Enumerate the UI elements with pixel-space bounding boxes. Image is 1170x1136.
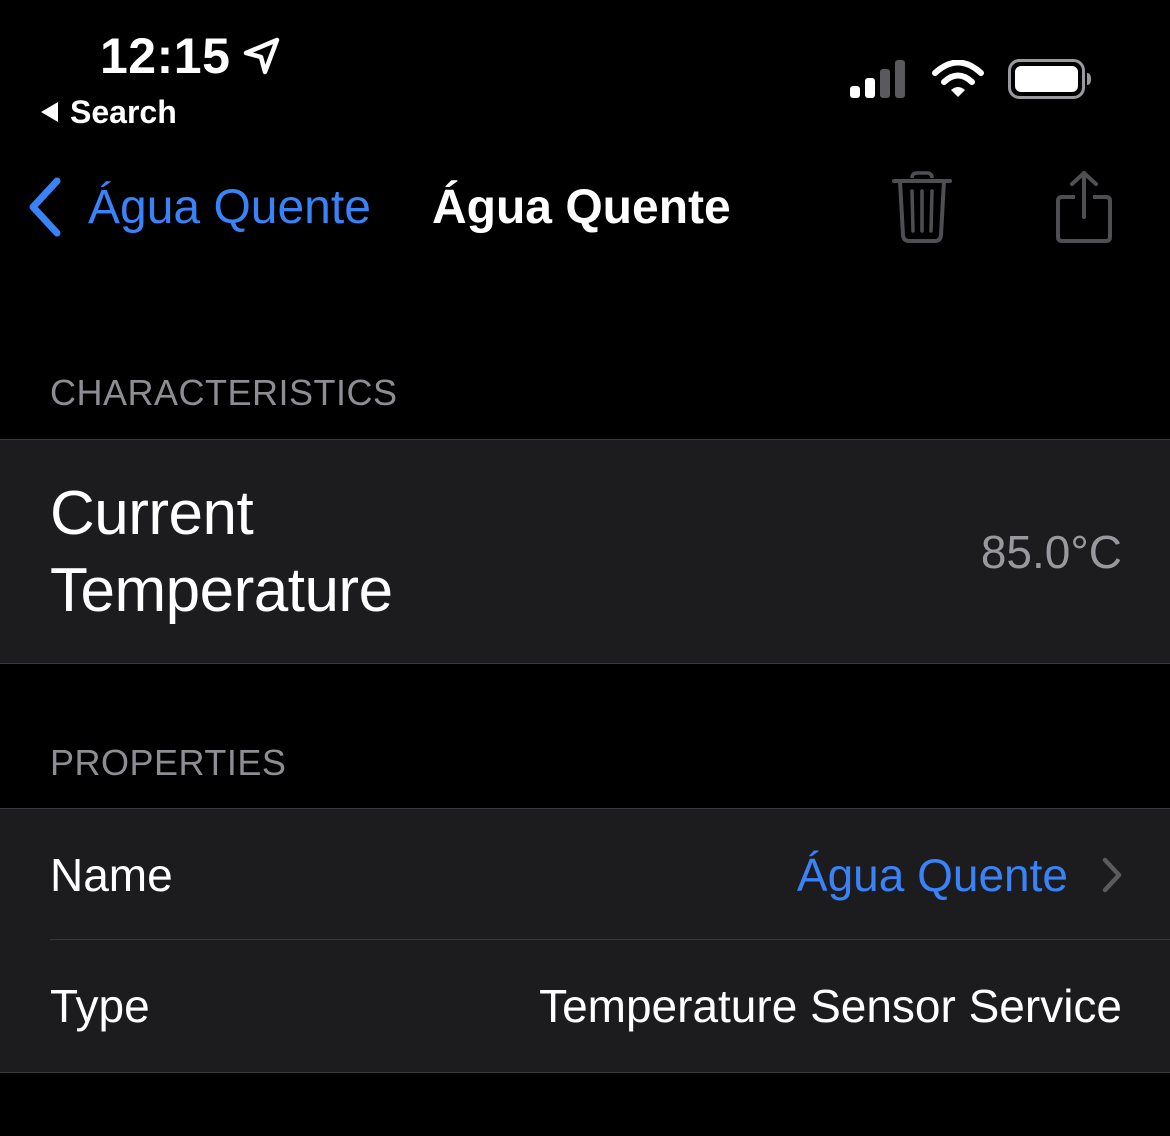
- property-row-name[interactable]: Name Água Quente: [0, 809, 1170, 940]
- wifi-icon: [932, 60, 984, 98]
- nav-back-label: Água Quente: [88, 180, 371, 234]
- status-time: 12:15: [100, 26, 282, 86]
- current-temperature-label-line2: Temperature: [50, 555, 393, 625]
- property-row-type: Type Temperature Sensor Service: [0, 940, 1170, 1072]
- back-to-search-label: Search: [70, 93, 177, 130]
- status-time-text: 12:15: [100, 28, 231, 84]
- location-arrow-icon: [242, 36, 282, 76]
- battery-icon: [1008, 59, 1092, 99]
- nav-back-button[interactable]: Água Quente: [26, 172, 371, 242]
- current-temperature-row[interactable]: Current Temperature 85.0°C: [0, 440, 1170, 663]
- share-button[interactable]: [1044, 165, 1124, 249]
- characteristics-header: CHARACTERISTICS: [50, 372, 398, 413]
- chevron-left-icon: [26, 177, 64, 237]
- property-type-label: Type: [50, 980, 150, 1032]
- cellular-signal-icon: [850, 60, 908, 98]
- property-name-label: Name: [50, 848, 173, 901]
- current-temperature-value: 85.0°C: [980, 525, 1122, 578]
- current-temperature-label-line1: Current: [50, 478, 254, 548]
- trash-icon: [890, 169, 954, 245]
- property-type-value: Temperature Sensor Service: [539, 980, 1122, 1032]
- characteristics-group: Current Temperature 85.0°C: [0, 439, 1170, 664]
- properties-header: PROPERTIES: [50, 742, 287, 783]
- property-name-value: Água Quente: [796, 848, 1068, 901]
- back-to-search-button[interactable]: Search: [38, 92, 177, 132]
- status-indicators: [850, 55, 1092, 103]
- share-icon: [1054, 169, 1114, 245]
- property-name-value-wrap: Água Quente: [797, 848, 1122, 902]
- back-triangle-icon: [38, 100, 60, 124]
- properties-group: Name Água Quente Type Temperature Sensor…: [0, 808, 1170, 1073]
- chevron-right-icon: [1102, 857, 1122, 893]
- current-temperature-label: Current Temperature: [50, 475, 393, 629]
- trash-button[interactable]: [882, 165, 962, 249]
- nav-title: Água Quente: [432, 180, 731, 234]
